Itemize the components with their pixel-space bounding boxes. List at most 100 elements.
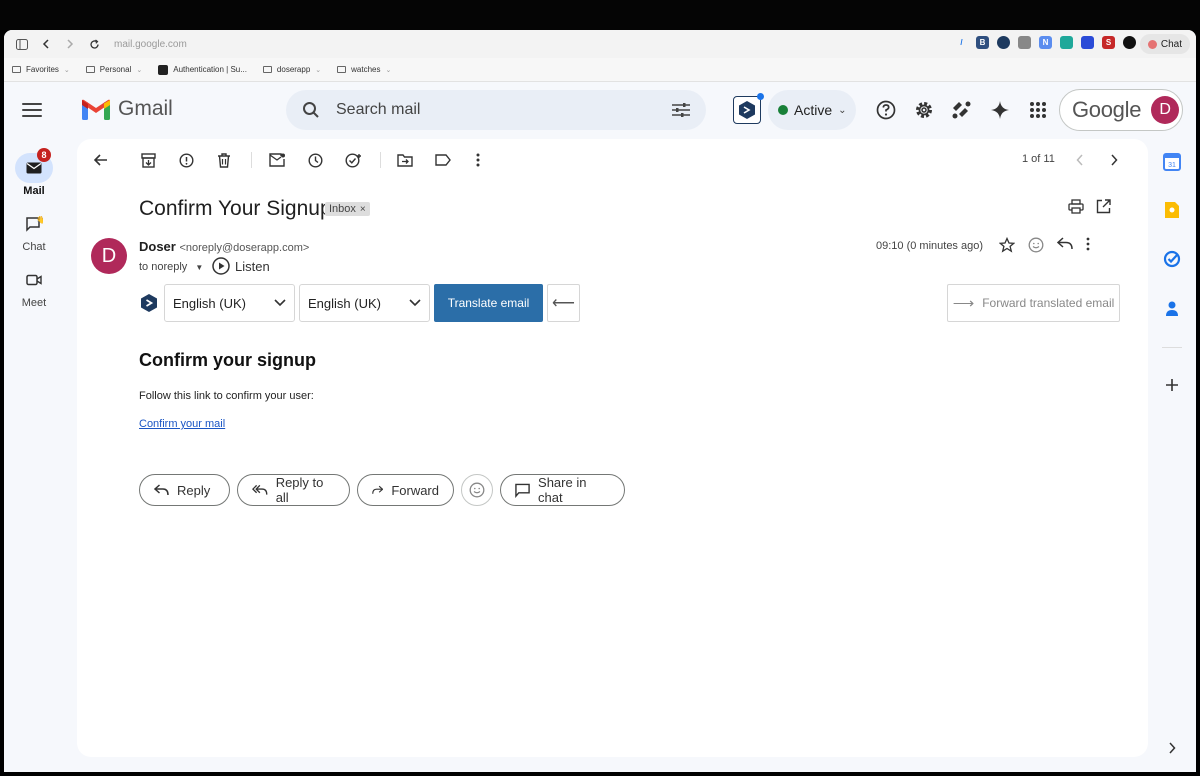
blue-extension-icon[interactable] xyxy=(1081,36,1094,49)
extension-b-icon[interactable]: B xyxy=(976,36,989,49)
doser-logo-icon xyxy=(141,294,157,312)
show-original-arrow-icon[interactable]: ⟵ xyxy=(547,284,580,322)
doser-extension-button[interactable] xyxy=(733,93,764,124)
print-icon[interactable] xyxy=(1068,199,1084,219)
red-extension-icon[interactable]: S xyxy=(1102,36,1115,49)
more-vertical-icon[interactable] xyxy=(467,149,489,171)
back-to-inbox-icon[interactable] xyxy=(90,149,112,171)
sender-name[interactable]: Doser xyxy=(139,239,176,254)
gemini-sparkle-icon[interactable] xyxy=(988,98,1012,122)
chevron-down-icon: ⌄ xyxy=(136,66,143,74)
remove-label-icon[interactable]: × xyxy=(360,204,366,215)
forward-icon[interactable] xyxy=(60,34,80,54)
google-apps-icon[interactable] xyxy=(1026,98,1050,122)
reply-icon[interactable] xyxy=(1056,237,1073,258)
status-selector[interactable]: Active ⌄ xyxy=(768,90,856,130)
snooze-clock-icon[interactable] xyxy=(304,149,326,171)
recipient-details[interactable]: to noreply ▼ xyxy=(139,261,203,273)
share-in-chat-button[interactable]: Share in chat xyxy=(500,474,625,506)
newer-chevron-left-icon[interactable] xyxy=(1069,149,1091,171)
move-to-icon[interactable] xyxy=(394,149,416,171)
mark-unread-icon[interactable] xyxy=(266,149,288,171)
translate-email-button[interactable]: Translate email xyxy=(434,284,543,322)
delete-icon[interactable] xyxy=(213,149,235,171)
nav-mail[interactable]: 8 Mail xyxy=(4,148,64,197)
bookmark-label: Personal xyxy=(99,65,132,74)
tasks-icon[interactable] xyxy=(1162,249,1182,269)
teal-extension-icon[interactable] xyxy=(1060,36,1073,49)
nav-mail-pill[interactable]: 8 xyxy=(15,148,53,183)
email-body-text: Follow this link to confirm your user: xyxy=(139,390,314,402)
address-bar[interactable]: mail.google.com xyxy=(114,39,187,50)
search-icon[interactable] xyxy=(300,99,322,121)
add-to-tasks-icon[interactable] xyxy=(342,149,364,171)
nav-meet[interactable]: Meet xyxy=(4,265,64,309)
listen-button[interactable]: Listen xyxy=(212,257,270,275)
doser-logo-icon xyxy=(739,101,755,119)
report-spam-icon[interactable] xyxy=(175,149,197,171)
contacts-icon[interactable] xyxy=(1162,298,1182,318)
extension-n-icon[interactable]: N xyxy=(1039,36,1052,49)
translation-toolbar: English (UK) English (UK) Translate emai… xyxy=(139,284,1120,322)
calendar-icon[interactable]: 31 xyxy=(1162,152,1182,172)
reply-button[interactable]: Reply xyxy=(139,474,230,506)
subject-actions xyxy=(1068,199,1111,219)
dark-extension-icon[interactable] xyxy=(1123,36,1136,49)
account-button[interactable]: Google D xyxy=(1059,89,1183,131)
settings-gear-icon[interactable] xyxy=(912,98,936,122)
back-icon[interactable] xyxy=(36,34,56,54)
listen-label: Listen xyxy=(235,258,270,274)
label-icon[interactable] xyxy=(432,149,454,171)
search-input[interactable]: Search mail xyxy=(336,101,670,119)
forward-button[interactable]: Forward xyxy=(357,474,454,506)
dropdown-arrow-icon[interactable]: ▼ xyxy=(195,263,203,272)
reply-all-button[interactable]: Reply to all xyxy=(237,474,350,506)
add-addon-plus-icon[interactable] xyxy=(1162,375,1182,395)
reload-icon[interactable] xyxy=(84,34,104,54)
bookmark-personal[interactable]: Personal ⌄ xyxy=(85,65,143,74)
chevron-down-icon: ⌄ xyxy=(385,66,392,74)
search-options-icon[interactable] xyxy=(670,99,692,121)
main-menu-icon[interactable] xyxy=(20,100,44,120)
unread-badge: 8 xyxy=(37,148,51,162)
gmail-logo[interactable]: Gmail xyxy=(82,97,173,121)
bookmark-authentication[interactable]: Authentication | Su... xyxy=(158,64,247,75)
open-in-new-window-icon[interactable] xyxy=(1096,199,1111,219)
older-chevron-right-icon[interactable] xyxy=(1103,149,1125,171)
site-favicon-icon xyxy=(158,64,169,75)
bookmark-watches[interactable]: watches ⌄ xyxy=(337,65,391,74)
browser-chat-button[interactable]: Chat xyxy=(1139,34,1190,54)
folder-icon xyxy=(12,66,21,73)
extension-icons: / B N S xyxy=(955,36,1136,49)
gmail-logo-text: Gmail xyxy=(118,97,173,120)
expand-panel-chevron-icon[interactable] xyxy=(1162,738,1182,758)
star-icon[interactable] xyxy=(998,236,1016,258)
forward-translated-button[interactable]: ⟶ Forward translated email xyxy=(947,284,1120,322)
chat-bubble-icon xyxy=(515,483,530,498)
sender-avatar[interactable]: D xyxy=(91,238,127,274)
doser-extension-icon[interactable] xyxy=(997,36,1010,49)
source-language-select[interactable]: English (UK) xyxy=(164,284,295,322)
bookmark-doserapp[interactable]: doserapp ⌄ xyxy=(262,65,321,74)
sidebar-toggle-icon[interactable] xyxy=(12,34,32,54)
pen-extension-icon[interactable]: / xyxy=(955,36,968,49)
help-icon[interactable] xyxy=(874,98,898,122)
apps-script-icon[interactable] xyxy=(950,98,974,122)
target-language-select[interactable]: English (UK) xyxy=(299,284,430,322)
archive-icon[interactable] xyxy=(137,149,159,171)
nav-meet-pill[interactable] xyxy=(15,265,53,295)
copy-extension-icon[interactable] xyxy=(1018,36,1031,49)
inbox-label-chip[interactable]: Inbox × xyxy=(325,202,370,216)
more-options-icon[interactable] xyxy=(1086,237,1090,258)
emoji-reaction-button[interactable] xyxy=(461,474,493,506)
confirm-mail-link[interactable]: Confirm your mail xyxy=(139,418,225,430)
search-bar[interactable]: Search mail xyxy=(286,90,706,130)
nav-chat[interactable]: 👋 Chat xyxy=(4,209,64,253)
bookmark-favorites[interactable]: Favorites ⌄ xyxy=(12,65,70,74)
keep-icon[interactable] xyxy=(1162,200,1182,220)
reading-pane: 1 of 11 Confirm Your Signup Inbox × D Do… xyxy=(77,139,1148,757)
folder-icon xyxy=(262,66,272,73)
add-reaction-icon[interactable] xyxy=(1028,237,1044,258)
side-panel: 31 xyxy=(1152,139,1196,769)
nav-chat-pill[interactable]: 👋 xyxy=(15,209,53,239)
